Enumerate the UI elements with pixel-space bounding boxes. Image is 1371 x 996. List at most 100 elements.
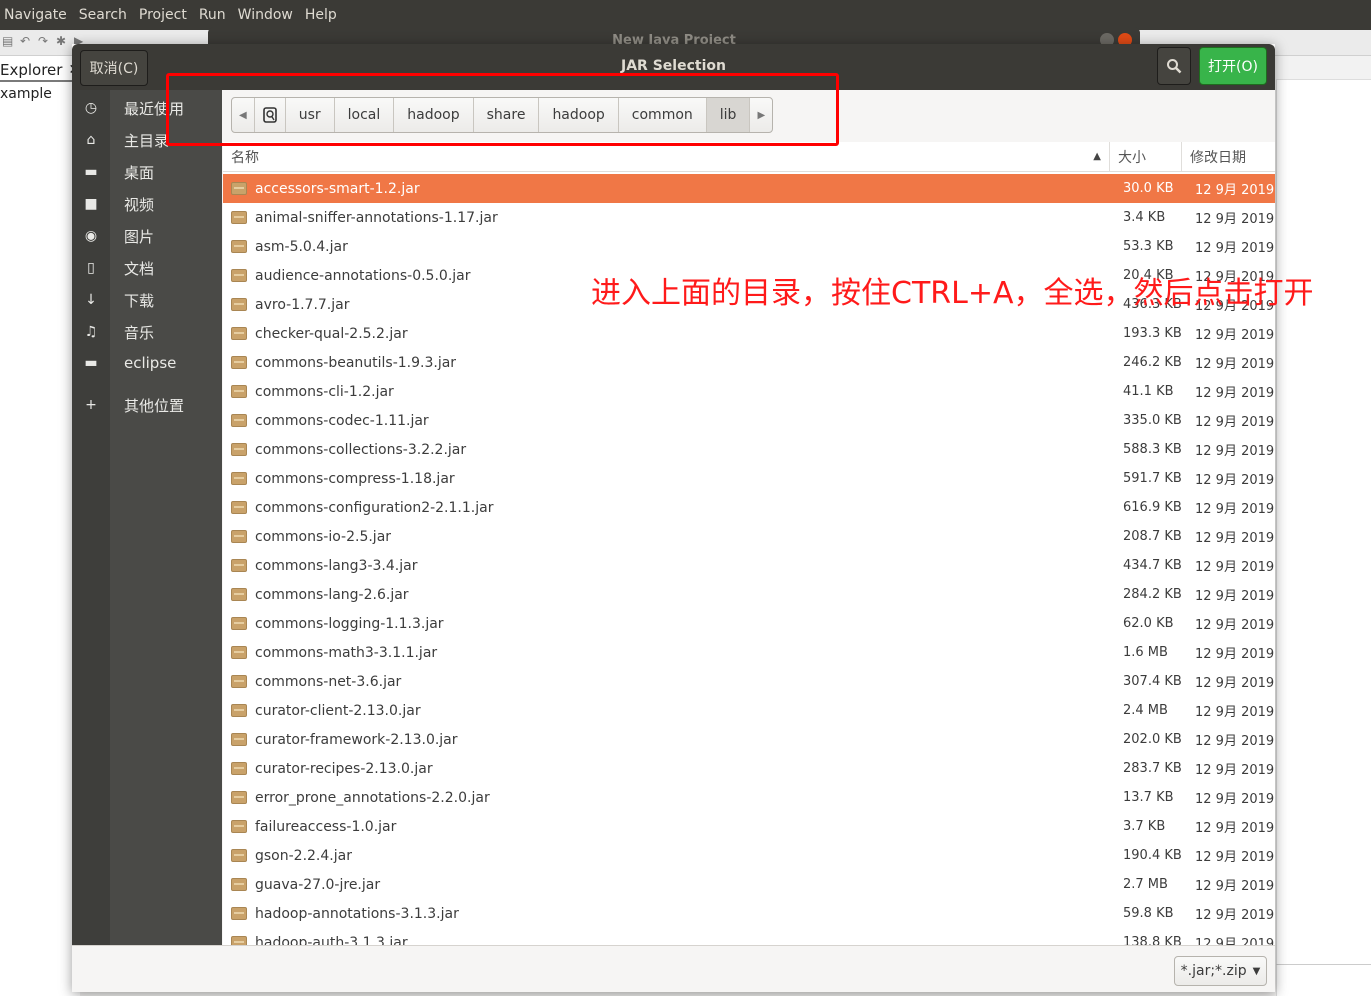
search-button[interactable] xyxy=(1157,47,1191,85)
filter-value: *.jar;*.zip xyxy=(1180,963,1247,979)
table-row[interactable]: failureaccess-1.0.jar 3.7 KB 12 9月 2019 xyxy=(223,812,1275,841)
file-date: 12 9月 2019 xyxy=(1195,386,1275,401)
file-list: 名称 ▲ 大小 修改日期 accessors-smart-1.2.jar 30.0… xyxy=(223,142,1275,945)
open-button[interactable]: 打开(O) xyxy=(1199,47,1267,85)
file-date: 12 9月 2019 xyxy=(1195,502,1275,517)
menu-project[interactable]: Project xyxy=(139,7,187,23)
table-row[interactable]: hadoop-auth-3.1.3.jar 138.8 KB 12 9月 2019 xyxy=(223,928,1275,945)
dialog-title: JAR Selection xyxy=(621,58,726,74)
archive-icon xyxy=(223,646,253,659)
eclipse-left-panel xyxy=(0,56,80,996)
sidebar-item-label: eclipse xyxy=(124,354,177,372)
table-row[interactable]: commons-logging-1.1.3.jar 62.0 KB 12 9月 20… xyxy=(223,609,1275,638)
file-date: 12 9月 2019 xyxy=(1195,560,1275,575)
menu-run[interactable]: Run xyxy=(199,7,226,23)
file-size: 1.6 MB xyxy=(1123,645,1168,660)
annotation-text: 进入上面的目录，按住CTRL+A，全选，然后点击打开 xyxy=(591,276,1314,311)
column-name[interactable]: 名称 ▲ xyxy=(223,142,1110,171)
sidebar-item-label: 图片 xyxy=(124,227,155,246)
debug-icon[interactable]: ✱ xyxy=(56,34,70,48)
file-date: 12 9月 2019 xyxy=(1195,183,1275,198)
sidebar-item-2[interactable]: ▬ 桌面 xyxy=(72,156,222,188)
sidebar-item-7[interactable]: ♫ 音乐 xyxy=(72,316,222,348)
file-date: 12 9月 2019 xyxy=(1195,618,1275,633)
table-row[interactable]: error_prone_annotations-2.2.0.jar 13.7 KB… xyxy=(223,783,1275,812)
menu-navigate[interactable]: Navigate xyxy=(4,7,67,23)
table-row[interactable]: commons-lang-2.6.jar 284.2 KB 12 9月 2019 xyxy=(223,580,1275,609)
file-size: 30.0 KB xyxy=(1123,181,1174,196)
table-row[interactable]: checker-qual-2.5.2.jar 193.3 KB 12 9月 2019 xyxy=(223,319,1275,348)
archive-icon xyxy=(223,385,253,398)
column-date[interactable]: 修改日期 xyxy=(1182,142,1275,171)
table-row[interactable]: commons-math3-3.1.1.jar 1.6 MB 12 9月 2019 xyxy=(223,638,1275,667)
file-name: checker-qual-2.5.2.jar xyxy=(255,325,408,342)
file-date: 12 9月 2019 xyxy=(1195,357,1275,372)
file-date: 12 9月 2019 xyxy=(1195,473,1275,488)
eclipse-right-tabbar xyxy=(1276,56,1371,80)
table-row[interactable]: curator-framework-2.13.0.jar 202.0 KB 12 9… xyxy=(223,725,1275,754)
table-row[interactable]: curator-recipes-2.13.0.jar 283.7 KB 12 9月 … xyxy=(223,754,1275,783)
file-size: 2.4 MB xyxy=(1123,703,1168,718)
table-row[interactable]: curator-client-2.13.0.jar 2.4 MB 12 9月 201… xyxy=(223,696,1275,725)
table-row[interactable]: commons-net-3.6.jar 307.4 KB 12 9月 2019 xyxy=(223,667,1275,696)
file-date: 12 9月 2019 xyxy=(1195,647,1275,662)
file-name: commons-math3-3.1.1.jar xyxy=(255,644,438,661)
file-name: commons-beanutils-1.9.3.jar xyxy=(255,354,457,371)
archive-icon xyxy=(223,617,253,630)
sidebar-item-9[interactable]: + 其他位置 xyxy=(72,389,222,421)
file-name: commons-configuration2-2.1.1.jar xyxy=(255,499,494,516)
file-date: 12 9月 2019 xyxy=(1195,763,1275,778)
explorer-tab-label: Explorer xyxy=(0,61,63,79)
archive-icon xyxy=(223,356,253,369)
menu-search[interactable]: Search xyxy=(79,7,127,23)
archive-icon xyxy=(223,704,253,717)
sidebar-item-5[interactable]: ▯ 文档 xyxy=(72,252,222,284)
table-row[interactable]: hadoop-annotations-3.1.3.jar 59.8 KB 12 9月… xyxy=(223,899,1275,928)
table-row[interactable]: gson-2.2.4.jar 190.4 KB 12 9月 2019 xyxy=(223,841,1275,870)
sidebar-item-3[interactable]: ■ 视频 xyxy=(72,188,222,220)
table-row[interactable]: commons-cli-1.2.jar 41.1 KB 12 9月 2019 xyxy=(223,377,1275,406)
table-row[interactable]: guava-27.0-jre.jar 2.7 MB 12 9月 2019 xyxy=(223,870,1275,899)
file-filter-select[interactable]: *.jar;*.zip ▼ xyxy=(1174,956,1267,986)
archive-icon xyxy=(223,762,253,775)
clock-icon: ◷ xyxy=(84,100,98,116)
file-size: 588.3 KB xyxy=(1123,442,1182,457)
table-row[interactable]: commons-lang3-3.4.jar 434.7 KB 12 9月 2019 xyxy=(223,551,1275,580)
table-row[interactable]: commons-codec-1.11.jar 335.0 KB 12 9月 2019 xyxy=(223,406,1275,435)
dialog-footer: *.jar;*.zip ▼ xyxy=(72,945,1275,992)
column-size[interactable]: 大小 xyxy=(1110,142,1182,171)
table-row[interactable]: animal-sniffer-annotations-1.17.jar 3.4 K… xyxy=(223,203,1275,232)
sidebar-item-6[interactable]: ↓ 下载 xyxy=(72,284,222,316)
sidebar-item-4[interactable]: ◉ 图片 xyxy=(72,220,222,252)
menu-help[interactable]: Help xyxy=(305,7,337,23)
table-row[interactable]: commons-collections-3.2.2.jar 588.3 KB 12 … xyxy=(223,435,1275,464)
forward-icon[interactable]: ↷ xyxy=(38,34,52,48)
table-row[interactable]: commons-configuration2-2.1.1.jar 616.9 KB… xyxy=(223,493,1275,522)
file-name: commons-lang3-3.4.jar xyxy=(255,557,418,574)
plus-icon: + xyxy=(85,397,97,413)
video-icon: ■ xyxy=(84,196,98,212)
file-name: failureaccess-1.0.jar xyxy=(255,818,397,835)
binary-icon[interactable]: ▤ xyxy=(2,34,16,48)
archive-icon xyxy=(223,501,253,514)
archive-icon xyxy=(223,182,253,195)
back-icon[interactable]: ↶ xyxy=(20,34,34,48)
sidebar-item-label: 其他位置 xyxy=(124,396,185,415)
table-row[interactable]: accessors-smart-1.2.jar 30.0 KB 12 9月 2019 xyxy=(223,174,1275,203)
archive-icon xyxy=(223,675,253,688)
file-date: 12 9月 2019 xyxy=(1195,212,1275,227)
file-name: hadoop-auth-3.1.3.jar xyxy=(255,934,408,946)
file-name: commons-collections-3.2.2.jar xyxy=(255,441,467,458)
file-name: commons-io-2.5.jar xyxy=(255,528,392,545)
sidebar-item-label: 下载 xyxy=(124,291,155,310)
table-row[interactable]: asm-5.0.4.jar 53.3 KB 12 9月 2019 xyxy=(223,232,1275,261)
file-size: 3.7 KB xyxy=(1123,819,1166,834)
table-row[interactable]: commons-compress-1.18.jar 591.7 KB 12 9月 2… xyxy=(223,464,1275,493)
project-item[interactable]: xample xyxy=(0,86,52,102)
sidebar-item-8[interactable]: ▬ eclipse xyxy=(72,347,222,379)
menu-window[interactable]: Window xyxy=(238,7,293,23)
table-row[interactable]: commons-io-2.5.jar 208.7 KB 12 9月 2019 xyxy=(223,522,1275,551)
archive-icon xyxy=(223,443,253,456)
table-row[interactable]: commons-beanutils-1.9.3.jar 246.2 KB 12 9月… xyxy=(223,348,1275,377)
file-name: hadoop-annotations-3.1.3.jar xyxy=(255,905,459,922)
